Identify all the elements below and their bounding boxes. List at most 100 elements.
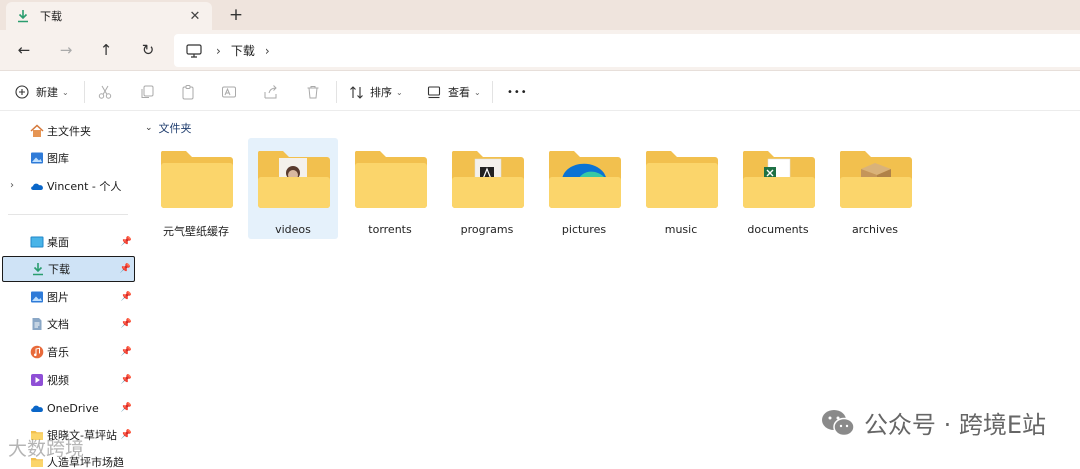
sidebar-item-onedrive[interactable]: OneDrive 📌 — [2, 395, 135, 421]
view-button[interactable]: 查看 ⌄ — [427, 81, 481, 103]
sidebar-item-label: 下载 — [48, 263, 70, 276]
pin-icon[interactable]: 📌 — [121, 237, 132, 247]
clipboard-icon — [182, 85, 194, 100]
folder-icon — [645, 151, 718, 208]
view-icon — [427, 86, 441, 99]
new-tab-button[interactable]: + — [228, 6, 244, 24]
folder-icon — [160, 151, 233, 208]
folder-item[interactable]: music — [636, 138, 726, 239]
sort-icon — [350, 85, 363, 99]
folder-item[interactable]: pictures — [539, 138, 629, 239]
folder-name: programs — [460, 223, 514, 236]
delete-button[interactable] — [305, 81, 321, 103]
pin-icon[interactable]: 📌 — [121, 430, 132, 440]
folder-icon — [839, 151, 912, 208]
divider — [84, 81, 85, 103]
folder-name: pictures — [561, 223, 607, 236]
wechat-icon — [821, 409, 855, 436]
tab-title: 下载 — [40, 10, 62, 23]
command-bar: 新建 ⌄ 排序 ⌄ 查看 ⌄ ••• — [0, 71, 1080, 111]
rename-button[interactable] — [221, 81, 237, 103]
download-icon — [18, 10, 28, 23]
folder-name: documents — [747, 223, 809, 236]
folder-item[interactable]: 元气壁纸缓存 — [151, 138, 241, 239]
chevron-down-icon: ⌄ — [62, 87, 69, 97]
forward-button[interactable]: → — [56, 40, 76, 60]
gallery-icon — [31, 152, 43, 164]
sidebar-item-label: 文档 — [47, 318, 69, 331]
title-bar: 下载 ✕ + — [0, 0, 1080, 30]
close-tab-icon[interactable]: ✕ — [188, 9, 202, 24]
pin-icon[interactable]: 📌 — [121, 347, 132, 357]
pin-icon[interactable]: 📌 — [121, 319, 132, 329]
sidebar-item-home[interactable]: 主文件夹 — [2, 118, 135, 144]
onedrive-icon — [31, 405, 43, 412]
breadcrumb-downloads[interactable]: 下载 — [231, 42, 255, 59]
new-button-label: 新建 — [36, 86, 58, 99]
folder-item[interactable]: documents — [733, 138, 823, 239]
sidebar-divider — [8, 214, 128, 215]
pin-icon[interactable]: 📌 — [121, 403, 132, 413]
folder-icon — [548, 151, 621, 208]
chevron-right-icon[interactable]: › — [10, 180, 14, 191]
copy-button[interactable] — [139, 81, 155, 103]
chevron-down-icon: ⌄ — [396, 87, 403, 97]
sidebar-item-videos[interactable]: 视频 📌 — [2, 367, 135, 393]
folder-name: 元气壁纸缓存 — [163, 225, 229, 238]
chevron-down-icon: ⌄ — [474, 87, 481, 97]
sidebar-item-label: 主文件夹 — [47, 125, 91, 138]
sidebar-item-downloads[interactable]: 下载 📌 — [2, 256, 135, 282]
videos-icon — [31, 374, 43, 386]
sort-button[interactable]: 排序 ⌄ — [349, 81, 403, 103]
navigation-bar: ← → ↑ ↻ › 下载 › — [0, 30, 1080, 71]
refresh-button[interactable]: ↻ — [138, 40, 158, 60]
address-bar[interactable]: › 下载 › — [174, 34, 1080, 67]
more-options-button[interactable]: ••• — [507, 81, 528, 103]
sort-label: 排序 — [370, 86, 392, 99]
back-button[interactable]: ← — [14, 40, 34, 60]
home-icon — [30, 124, 44, 137]
sidebar-item-documents[interactable]: 文档 📌 — [2, 311, 135, 337]
folder-item-selected[interactable]: videos — [248, 138, 338, 239]
monitor-icon — [186, 43, 202, 58]
paste-button[interactable] — [180, 81, 196, 103]
sidebar-item-label: Vincent - 个人 — [47, 180, 122, 193]
cut-button[interactable] — [97, 81, 113, 103]
sidebar-item-desktop[interactable]: 桌面 📌 — [2, 229, 135, 255]
up-button[interactable]: ↑ — [96, 40, 116, 60]
breadcrumb-chevron-icon[interactable]: › — [265, 44, 270, 58]
folder-name: torrents — [368, 223, 412, 236]
scissors-icon — [98, 85, 112, 99]
pictures-icon — [31, 291, 43, 303]
sidebar-item-pictures[interactable]: 图片 📌 — [2, 284, 135, 310]
documents-icon — [32, 318, 42, 330]
sidebar-item-label: 图库 — [47, 152, 69, 165]
sidebar-item-music[interactable]: 音乐 📌 — [2, 339, 135, 365]
pin-icon[interactable]: 📌 — [121, 292, 132, 302]
folder-item[interactable]: programs — [442, 138, 532, 239]
folder-name: videos — [275, 223, 311, 236]
new-button[interactable]: 新建 ⌄ — [15, 81, 69, 103]
plus-circle-icon — [15, 85, 29, 99]
desktop-icon — [30, 236, 44, 248]
divider — [336, 81, 337, 103]
pin-icon[interactable]: 📌 — [121, 375, 132, 385]
sidebar-item-gallery[interactable]: 图库 — [2, 145, 135, 171]
rename-icon — [222, 86, 236, 98]
download-icon — [33, 263, 43, 276]
sidebar-item-label: 视频 — [47, 374, 69, 387]
share-button[interactable] — [263, 81, 279, 103]
sidebar-item-label: 桌面 — [47, 236, 69, 249]
folder-item[interactable]: torrents — [345, 138, 435, 239]
tab-downloads[interactable]: 下载 ✕ — [6, 2, 212, 30]
sidebar-item-label: OneDrive — [47, 401, 99, 415]
folder-item[interactable]: archives — [830, 138, 920, 239]
pin-icon[interactable]: 📌 — [120, 264, 131, 274]
folder-icon — [354, 151, 427, 208]
group-label: 文件夹 — [158, 122, 192, 135]
folder-icon — [742, 151, 815, 208]
group-header-folders[interactable]: ⌄ 文件夹 — [145, 120, 192, 136]
trash-icon — [307, 86, 319, 99]
sidebar-item-vincent-personal[interactable]: › Vincent - 个人 — [2, 173, 135, 199]
folder-name: archives — [851, 223, 899, 236]
